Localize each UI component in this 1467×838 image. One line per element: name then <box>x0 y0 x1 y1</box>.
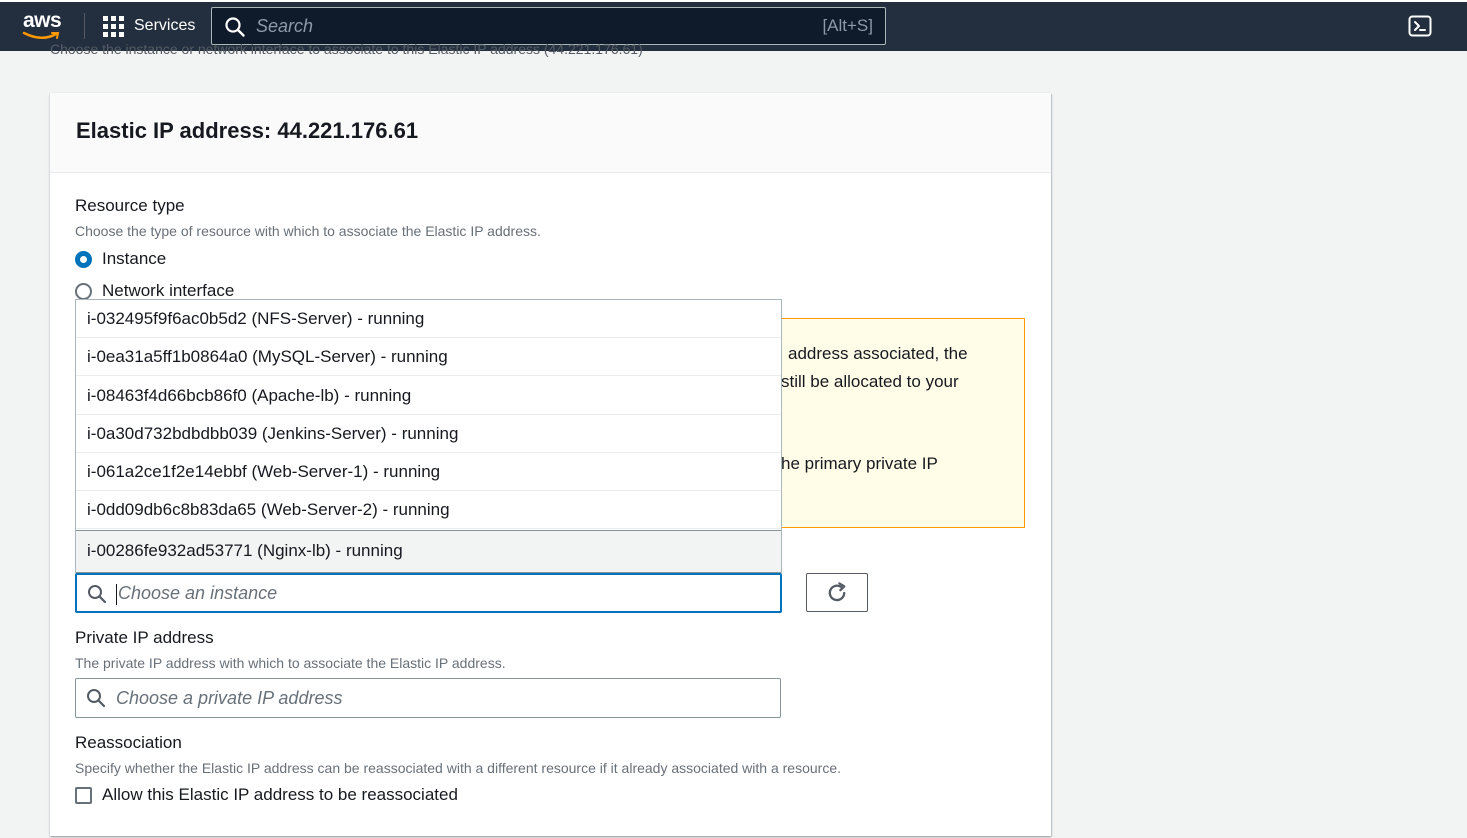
refresh-button[interactable] <box>806 573 868 612</box>
top-edge-strip <box>0 0 1467 2</box>
instance-option-highlighted[interactable]: i-00286fe932ad53771 (Nginx-lb) - running <box>76 530 781 573</box>
services-label: Services <box>134 17 196 34</box>
radio-network-interface-indicator <box>75 282 92 300</box>
cloudshell-icon[interactable] <box>1408 15 1432 37</box>
instance-input-placeholder: Choose an instance <box>118 583 278 603</box>
radio-instance-indicator <box>75 250 92 268</box>
page-description: Choose the instance or network interface… <box>50 41 643 57</box>
global-search-input[interactable]: Search [Alt+S] <box>211 7 886 45</box>
private-ip-input[interactable]: Choose a private IP address <box>75 678 781 718</box>
instance-option[interactable]: i-08463f4d66bcb86f0 (Apache-lb) - runnin… <box>76 377 781 415</box>
associate-eip-card: Elastic IP address: 44.221.176.61 Resour… <box>50 93 1051 836</box>
private-ip-placeholder: Choose a private IP address <box>116 688 343 708</box>
instance-option[interactable]: i-032495f9f6ac0b5d2 (NFS-Server) - runni… <box>76 300 781 338</box>
private-ip-label: Private IP address <box>75 628 214 647</box>
aws-logo[interactable]: aws <box>20 9 64 41</box>
card-header: Elastic IP address: 44.221.176.61 <box>50 93 1051 173</box>
search-icon <box>225 17 245 37</box>
aws-logo-text: aws <box>23 9 62 32</box>
instance-option[interactable]: i-061a2ce1f2e14ebbf (Web-Server-1) - run… <box>76 453 781 491</box>
alert-text-line-3: he primary private IP <box>781 454 938 473</box>
instance-search-input[interactable]: Choose an instance <box>75 573 782 613</box>
search-shortcut-hint: [Alt+S] <box>822 16 873 35</box>
radio-network-interface[interactable]: Network interface <box>75 281 234 301</box>
radio-instance[interactable]: Instance <box>75 249 166 269</box>
reassociation-checkbox[interactable] <box>75 786 92 804</box>
app-grid-icon <box>103 15 124 37</box>
search-icon <box>88 585 107 604</box>
radio-network-interface-label: Network interface <box>102 281 235 300</box>
instance-option[interactable]: i-0ea31a5ff1b0864a0 (MySQL-Server) - run… <box>76 338 781 376</box>
search-placeholder: Search <box>256 16 314 36</box>
card-title: Elastic IP address: 44.221.176.61 <box>76 118 419 143</box>
warning-alert: address associated, the still be allocat… <box>780 318 1025 528</box>
services-menu-button[interactable]: Services <box>103 14 195 38</box>
resource-type-description: Choose the type of resource with which t… <box>75 223 541 239</box>
reassociation-checkbox-label: Allow this Elastic IP address to be reas… <box>102 785 458 804</box>
alert-text-line-1: address associated, the <box>788 344 968 363</box>
instance-dropdown-list: i-032495f9f6ac0b5d2 (NFS-Server) - runni… <box>75 299 782 573</box>
search-icon <box>87 689 106 708</box>
reassociation-description: Specify whether the Elastic IP address c… <box>75 760 841 776</box>
private-ip-description: The private IP address with which to ass… <box>75 655 506 671</box>
instance-option[interactable]: i-0dd09db6c8b83da65 (Web-Server-2) - run… <box>76 491 781 529</box>
refresh-icon <box>828 582 846 602</box>
instance-option[interactable]: i-0a30d732bdbdbb039 (Jenkins-Server) - r… <box>76 415 781 453</box>
radio-instance-label: Instance <box>102 249 167 268</box>
reassociation-label: Reassociation <box>75 733 182 752</box>
nav-divider <box>84 13 85 39</box>
resource-type-label: Resource type <box>75 196 185 215</box>
alert-text-line-2: still be allocated to your <box>781 372 959 391</box>
text-caret <box>116 584 117 605</box>
aws-smile-icon <box>22 31 60 39</box>
reassociation-checkbox-row[interactable]: Allow this Elastic IP address to be reas… <box>75 785 458 805</box>
